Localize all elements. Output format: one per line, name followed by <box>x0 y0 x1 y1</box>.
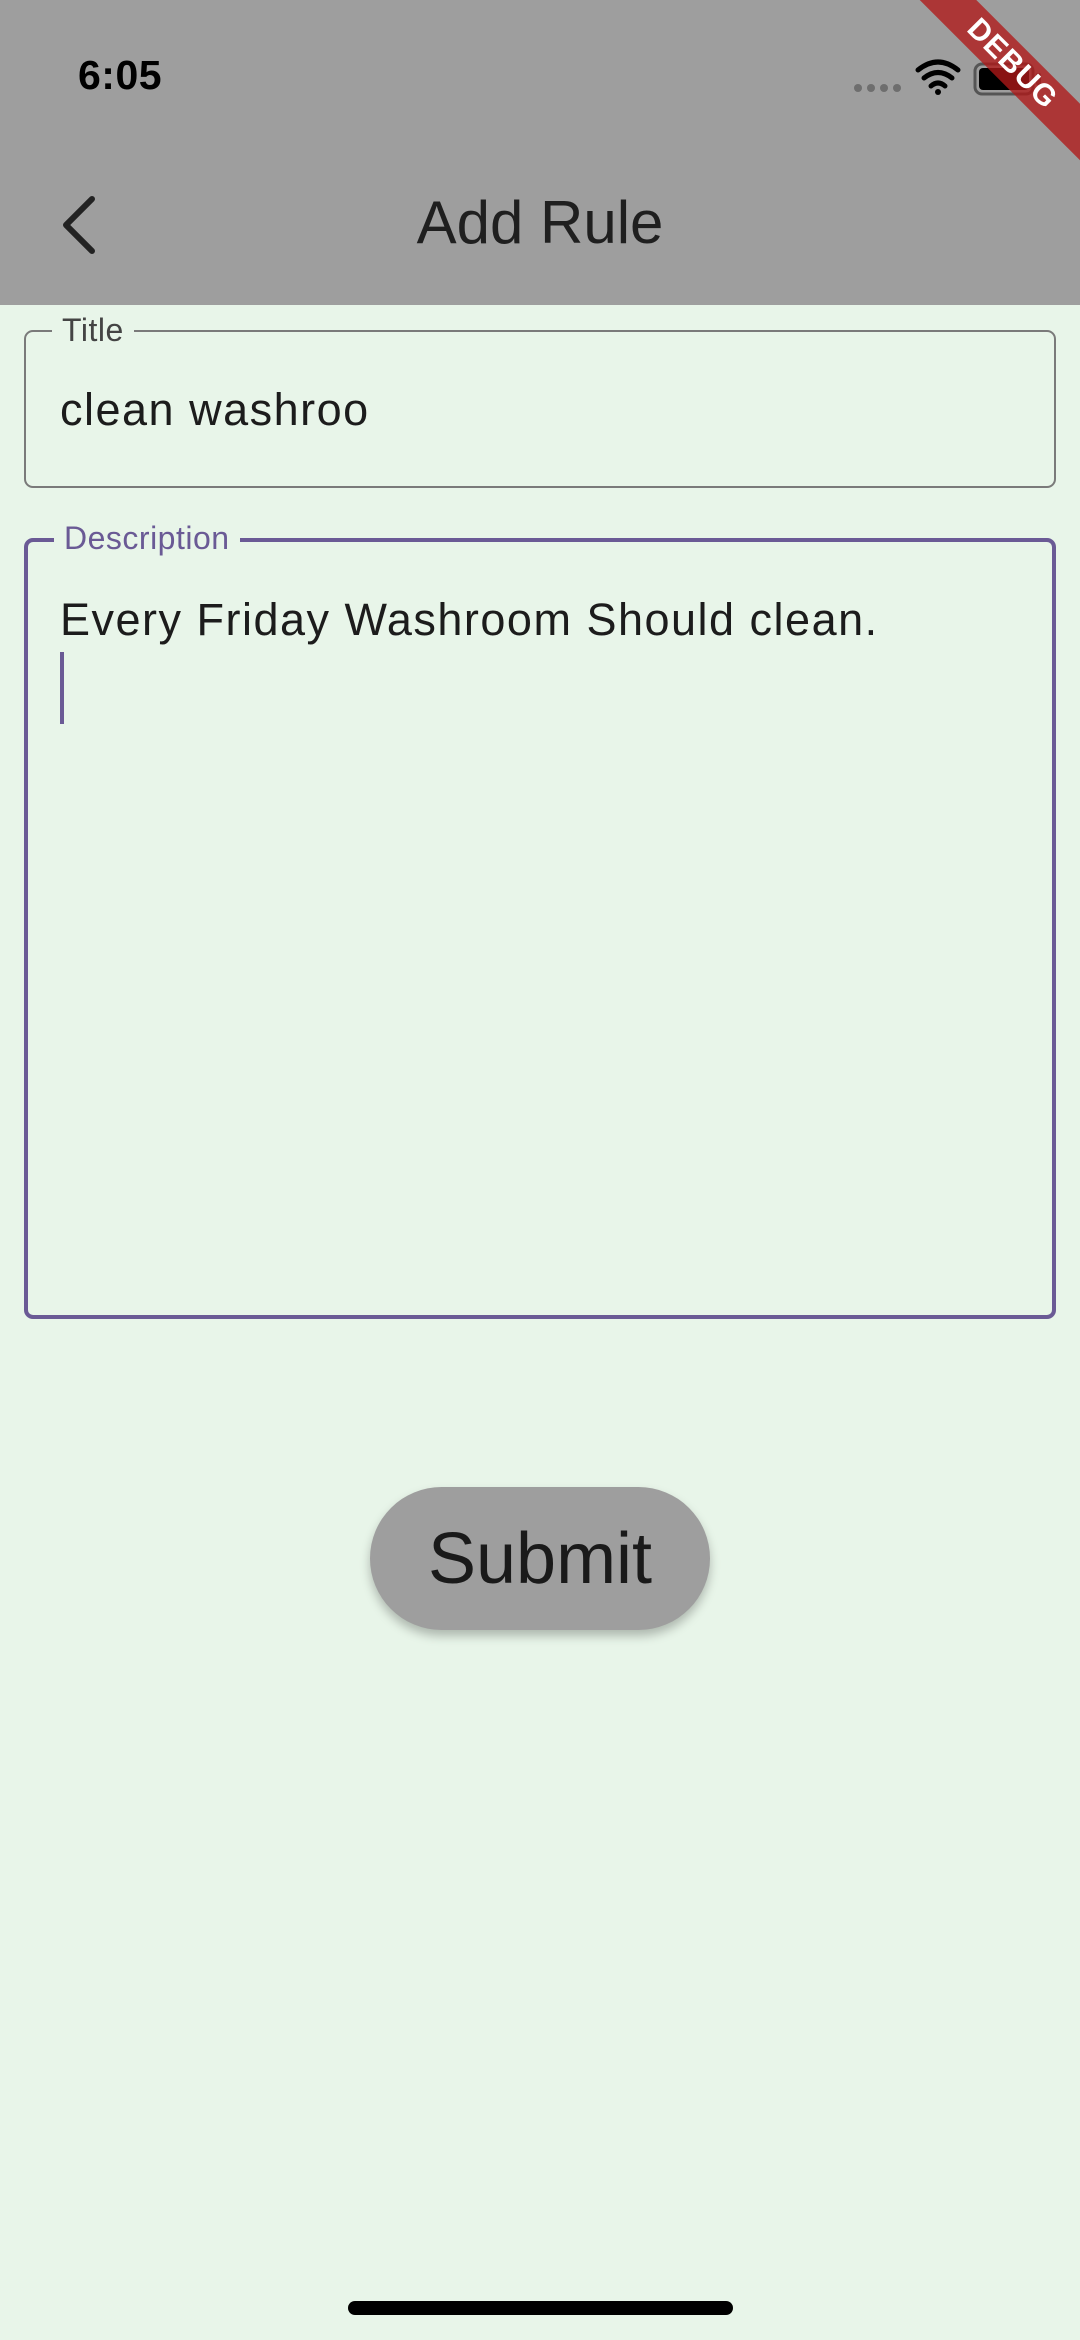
title-field-value: clean washroo <box>60 384 370 435</box>
description-field[interactable]: Description Every Friday Washroom Should… <box>24 520 1056 1319</box>
app-bar: 6:05 Add Rule <box>0 0 1080 305</box>
title-field-label: Title <box>52 312 134 348</box>
wifi-icon <box>915 59 961 95</box>
battery-icon <box>973 62 1041 96</box>
submit-button[interactable]: Submit <box>370 1487 710 1630</box>
description-field-label: Description <box>54 520 240 556</box>
home-indicator[interactable] <box>348 2301 733 2315</box>
status-time: 6:05 <box>78 52 163 98</box>
text-caret <box>60 652 64 724</box>
description-field-value: Every Friday Washroom Should clean. <box>60 594 879 645</box>
title-field[interactable]: Title clean washroo <box>24 312 1056 488</box>
signal-dots-icon <box>854 84 901 92</box>
status-icons <box>850 58 1050 98</box>
page-title: Add Rule <box>416 189 664 256</box>
